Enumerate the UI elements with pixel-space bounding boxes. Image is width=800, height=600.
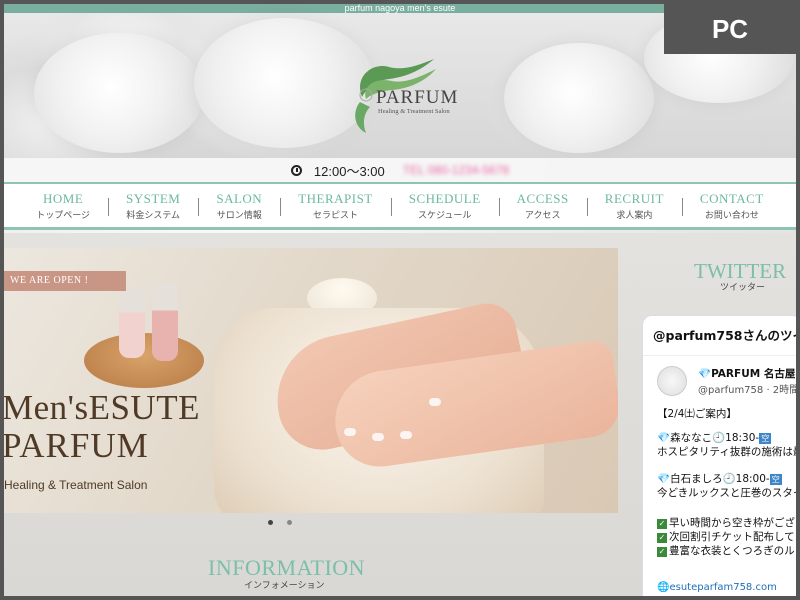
information-subheading: インフォメーション [244,581,325,591]
checkmark-icon: ✓ [657,547,667,557]
slider-dot[interactable] [287,520,292,525]
checkmark-icon: ✓ [657,519,667,529]
brand-name: PARFUM [376,87,459,108]
tweet-author-handle: @parfum758 · 2時間 [698,385,796,396]
slide-subtitle: Healing & Treatment Salon [4,478,148,492]
twitter-timeline-header[interactable]: @parfum758さんのツイート [643,316,796,356]
brand-tagline: Healing & Treatment Salon [378,108,450,115]
nav-label-ja: 求人案内 [616,210,653,221]
slider-dot[interactable] [268,520,273,525]
nav-item-therapist[interactable]: THERAPIST セラピスト [280,191,391,221]
tweet-text-line: ✓ 早い時間から空き枠がござい [657,515,796,530]
nav-item-contact[interactable]: CONTACT お問い合わせ [681,190,782,221]
tweet-author-name[interactable]: 💎PARFUM 名古屋… [698,366,796,381]
nav-item-salon[interactable]: SALON サロン情報 [198,191,280,221]
nav-label-ja: アクセス [524,210,561,221]
nav-label-ja: お問い合わせ [704,210,759,221]
tweet-text-line: 💎森ななこ🕘18:30- 空 [657,430,772,445]
tweet-text-line: ✓ 豊富な衣装とくつろぎのル [657,543,795,558]
tweet-text: 💎森ななこ🕘18:30- [657,432,760,444]
nail-decoration [372,433,384,441]
flower-decoration [504,43,654,153]
nail-polish-bottle-image [152,283,178,361]
tweet-text-line: ✓ 次回割引チケット配布して [657,529,795,544]
phone-number[interactable]: TEL 080-1234-5678 [403,163,509,177]
slide-title-line1: Men'sESUTE [4,388,200,427]
nail-polish-bottle-image [119,288,145,358]
nav-label-en: RECRUIT [604,190,664,206]
tweet-text-line: 今どきルックスと圧巻のスタイル [657,487,796,499]
twitter-timeline-widget[interactable]: @parfum758さんのツイート 💎PARFUM 名古屋… @parfum75… [642,315,796,596]
nav-label-ja: サロン情報 [216,210,262,221]
nav-label-ja: トップページ [36,210,91,221]
nail-decoration [344,428,356,436]
pc-badge: PC [664,4,796,54]
slider-pagination [268,520,292,525]
nav-label-ja: 料金システム [126,210,181,221]
checkmark-icon: ✓ [657,533,667,543]
globe-icon: 🌐 [657,582,670,593]
clock-icon [290,164,302,176]
nail-decoration [429,398,441,406]
open-badge: WE ARE OPEN ! [4,271,126,291]
tweet-link[interactable]: 🌐esuteparfam758.com [657,582,777,593]
hours-text: 12:00〜3:00 [313,163,385,179]
nav-label-en: SALON [216,190,263,206]
nav-item-home[interactable]: HOME トップページ [18,191,108,221]
business-hours-bar: 12:00〜3:00 TEL 080-1234-5678 [4,158,796,182]
tweet-text-line: 💎白石ましろ🕘18:00- 空 [657,471,782,486]
tweet-text: 次回割引チケット配布して [669,531,795,543]
nav-label-en: SCHEDULE [408,190,481,206]
vacancy-badge: 空 [759,433,772,444]
nav-label-en: HOME [42,190,84,206]
main-content: WE ARE OPEN ! Men'sESUTE PARFUM Healing … [4,233,796,596]
nav-label-ja: スケジュール [418,210,472,221]
vacancy-badge: 空 [769,474,782,485]
tweet-link-text: esuteparfam758.com [669,582,777,593]
nav-item-access[interactable]: ACCESS アクセス [498,190,587,221]
flower-decoration [34,33,204,153]
tweet-text: 早い時間から空き枠がござい [669,517,796,529]
nav-item-schedule[interactable]: SCHEDULE スケジュール [390,190,499,221]
nav-item-system[interactable]: SYSTEM 料金システム [108,191,198,221]
nail-decoration [400,431,412,439]
avatar[interactable] [657,366,687,396]
slide-title-line2: PARFUM [4,426,149,465]
page-frame: parfum nagoya men's esute PARFUM Healing… [4,4,796,596]
tweet-text-line: ホスピタリティ抜群の施術は最高 [657,446,796,458]
tweet-text-line: 【2/4㈯ご案内】 [657,408,737,420]
tweet-text: 豊富な衣装とくつろぎのル [669,545,795,557]
nav-label-en: CONTACT [699,190,764,206]
nav-label-en: ACCESS [516,190,569,206]
nav-label-en: SYSTEM [126,190,181,206]
tweet-text: 💎白石ましろ🕘18:00- [657,473,770,485]
hero-slider[interactable]: WE ARE OPEN ! Men'sESUTE PARFUM Healing … [4,248,618,513]
main-navigation: HOME トップページ SYSTEM 料金システム SALON サロン情報 TH… [4,182,796,230]
nav-label-en: THERAPIST [298,190,373,206]
twitter-subheading: ツイッター [720,283,766,293]
nav-label-ja: セラピスト [312,210,358,221]
nav-item-recruit[interactable]: RECRUIT 求人案内 [586,190,682,221]
